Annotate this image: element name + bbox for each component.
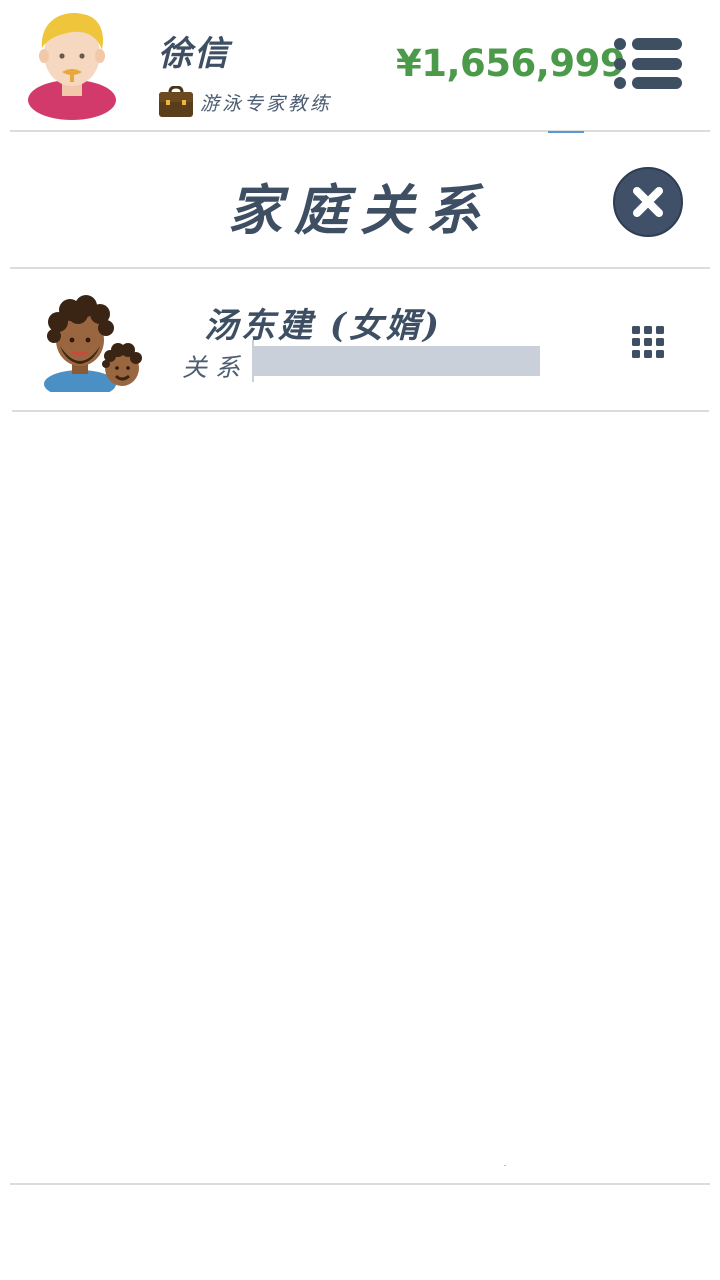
- money-balance: ¥1,656,999: [396, 42, 626, 85]
- grid-dots-icon[interactable]: [630, 324, 666, 360]
- title-divider: [10, 267, 710, 269]
- row-divider: [12, 410, 709, 412]
- relative-row[interactable]: 汤东建 (女婿) 关系: [10, 270, 710, 410]
- relative-name: 汤东建 (女婿): [204, 306, 443, 346]
- list-menu-icon[interactable]: [612, 36, 684, 92]
- player-avatar-icon[interactable]: [26, 8, 118, 120]
- status-header: 徐信 游泳专家教练 ¥1,656,999: [0, 0, 720, 132]
- briefcase-icon: [159, 86, 193, 117]
- relation-level-bar: [252, 346, 540, 376]
- decorative-dot: [504, 1165, 506, 1166]
- job-info: 游泳专家教练: [158, 86, 332, 118]
- header-divider: [10, 130, 710, 132]
- panel-title: 家庭关系: [228, 178, 492, 242]
- relative-avatar-icon: [44, 295, 142, 392]
- job-title: 游泳专家教练: [200, 92, 333, 115]
- player-name: 徐信: [158, 34, 230, 74]
- footer-divider: [10, 1183, 710, 1185]
- relation-label: 关系: [182, 353, 249, 382]
- close-x-icon[interactable]: [613, 167, 683, 237]
- header-accent-mark: [548, 131, 584, 133]
